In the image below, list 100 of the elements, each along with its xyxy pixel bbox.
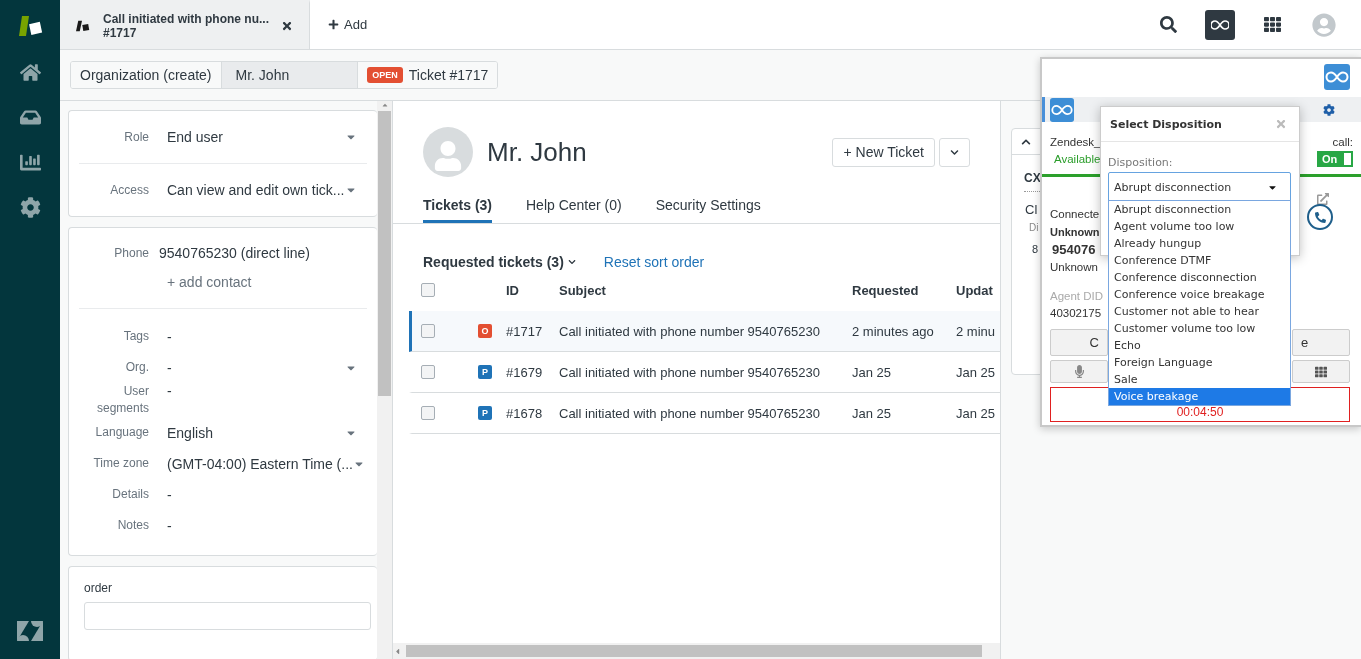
column-header[interactable]: Updat: [956, 282, 1000, 298]
ticket-icon: [76, 18, 91, 34]
checkbox[interactable]: [421, 324, 435, 338]
settings-icon[interactable]: [1323, 103, 1335, 116]
infinity-app-button[interactable]: [1205, 9, 1235, 40]
table-cell-text: #1679: [506, 364, 544, 380]
scrollbar-thumb[interactable]: [406, 645, 982, 657]
chevron-down-icon: [950, 147, 959, 157]
scroll-left-icon[interactable]: [393, 646, 402, 656]
column-header[interactable]: Requested: [852, 282, 956, 298]
field-label: Access: [109, 181, 149, 199]
dropdown-option[interactable]: Voice breakage: [1109, 388, 1290, 405]
checkbox[interactable]: [421, 406, 435, 420]
table-cell-text: Call initiated with phone number 9540765230: [559, 364, 821, 380]
external-link-icon[interactable]: [1317, 193, 1329, 205]
status-badge: P: [478, 365, 492, 379]
call-action-button[interactable]: e: [1292, 329, 1350, 356]
table-cell-text: Jan 25: [852, 405, 893, 421]
close-icon[interactable]: [281, 20, 293, 32]
field-value[interactable]: -: [167, 359, 367, 376]
field-value[interactable]: English: [167, 424, 367, 441]
field-value[interactable]: (GMT-04:00) Eastern Time (...: [167, 455, 375, 472]
table-cell-text: #1717: [506, 323, 544, 339]
user-name: Mr. John: [487, 136, 587, 168]
reset-sort-link[interactable]: Reset sort order: [603, 254, 705, 270]
table-cell-text: #1678: [506, 405, 544, 421]
new-ticket-button[interactable]: + New Ticket: [832, 137, 935, 167]
field-label: Org.: [124, 359, 149, 376]
app-text: Cl: [1025, 202, 1038, 217]
chevron-down-icon: [567, 258, 576, 266]
caller-number: 954076: [1052, 241, 1096, 257]
table-cell-text: Call initiated with phone number 9540765230: [559, 323, 821, 339]
infinity-icon: [1211, 19, 1229, 30]
table-cell-text: Jan 25: [956, 405, 997, 421]
order-input-field[interactable]: [84, 602, 371, 630]
field-label: Tags: [122, 328, 149, 345]
ticket-row[interactable]: O #1717 Call initiated with phone number 9540765230 2 minutes ago 2 minu: [409, 311, 1000, 352]
status-badge: OPEN: [367, 67, 403, 83]
scrollbar-thumb[interactable]: [378, 111, 391, 396]
view-selector[interactable]: Requested tickets (3): [423, 254, 576, 270]
field-value: -: [167, 517, 173, 534]
table-cell-text: 2 minutes ago: [852, 323, 935, 339]
plus-icon: [328, 19, 339, 30]
column-header[interactable]: Subject: [559, 282, 852, 298]
breadcrumb-tab[interactable]: Mr. John: [221, 62, 359, 88]
add-contact-link[interactable]: + add contact: [167, 274, 252, 290]
infinity-logo-icon: [1050, 97, 1074, 122]
keypad-icon: [1315, 365, 1327, 378]
status-badge: O: [478, 324, 492, 338]
scroll-up-icon[interactable]: [380, 101, 389, 109]
microphone-icon: [1072, 365, 1086, 378]
status-badge: P: [478, 406, 492, 420]
app-text: Di: [1029, 222, 1039, 233]
table-cell-text: Jan 25: [852, 364, 893, 380]
field-label: User segments: [95, 383, 149, 417]
app-text: 8: [1032, 243, 1039, 255]
settings-icon[interactable]: [19, 197, 41, 218]
column-header[interactable]: ID: [506, 282, 559, 298]
field-label: Role: [123, 128, 149, 146]
field-value[interactable]: Can view and edit own tick...: [167, 182, 367, 198]
profile-tab[interactable]: Help Center (0): [526, 191, 622, 223]
infinity-logo-icon: [1324, 64, 1350, 90]
agent-status: Available: [1054, 153, 1101, 165]
field-label: order: [84, 581, 113, 595]
profile-tab[interactable]: Security Settings: [655, 191, 761, 223]
add-tab-button[interactable]: Add: [310, 0, 386, 49]
breadcrumb-tab[interactable]: Organization (create): [71, 62, 222, 88]
avatar-icon: [423, 127, 473, 177]
field-value: -: [167, 328, 173, 345]
checkbox[interactable]: [421, 283, 435, 297]
field-value: -: [167, 486, 173, 503]
dialog-title: Select Disposition: [1110, 117, 1222, 131]
phone-icon[interactable]: [1307, 204, 1333, 230]
field-value: -: [167, 383, 173, 399]
caller-name: Unknown: [1050, 226, 1100, 238]
logo-icon: [16, 14, 44, 38]
bar-chart-icon[interactable]: [19, 152, 41, 173]
tab-subtitle: #1717: [103, 26, 138, 40]
tab-title: Call initiated with phone nu...: [103, 12, 269, 26]
did-label: Agent DID: [1050, 290, 1104, 302]
field-label: Details: [111, 486, 149, 503]
z-logo-icon: [17, 621, 43, 641]
agent-name: Zendesk_: [1050, 136, 1101, 148]
profile-tab[interactable]: Tickets (3): [423, 191, 492, 223]
mute-button[interactable]: [1050, 360, 1108, 383]
ticket-tab[interactable]: Call initiated with phone nu... #1717: [60, 0, 310, 49]
call-label: call:: [1332, 136, 1353, 148]
checkbox[interactable]: [421, 365, 435, 379]
field-label: Disposition:: [1108, 156, 1174, 169]
table-cell-text: Call initiated with phone number 9540765230: [559, 405, 821, 421]
keypad-button[interactable]: [1292, 360, 1350, 383]
call-action-button[interactable]: C: [1050, 329, 1108, 356]
home-icon[interactable]: [19, 62, 41, 83]
field-value[interactable]: End user: [167, 129, 367, 145]
field-label: Language: [94, 424, 149, 441]
field-label: Notes: [116, 517, 149, 534]
caller-type: Unknown: [1050, 261, 1098, 273]
field-label: Time zone: [92, 455, 149, 472]
field-value: 9540765230 (direct line): [159, 245, 311, 261]
section-title: CX: [1024, 171, 1041, 185]
